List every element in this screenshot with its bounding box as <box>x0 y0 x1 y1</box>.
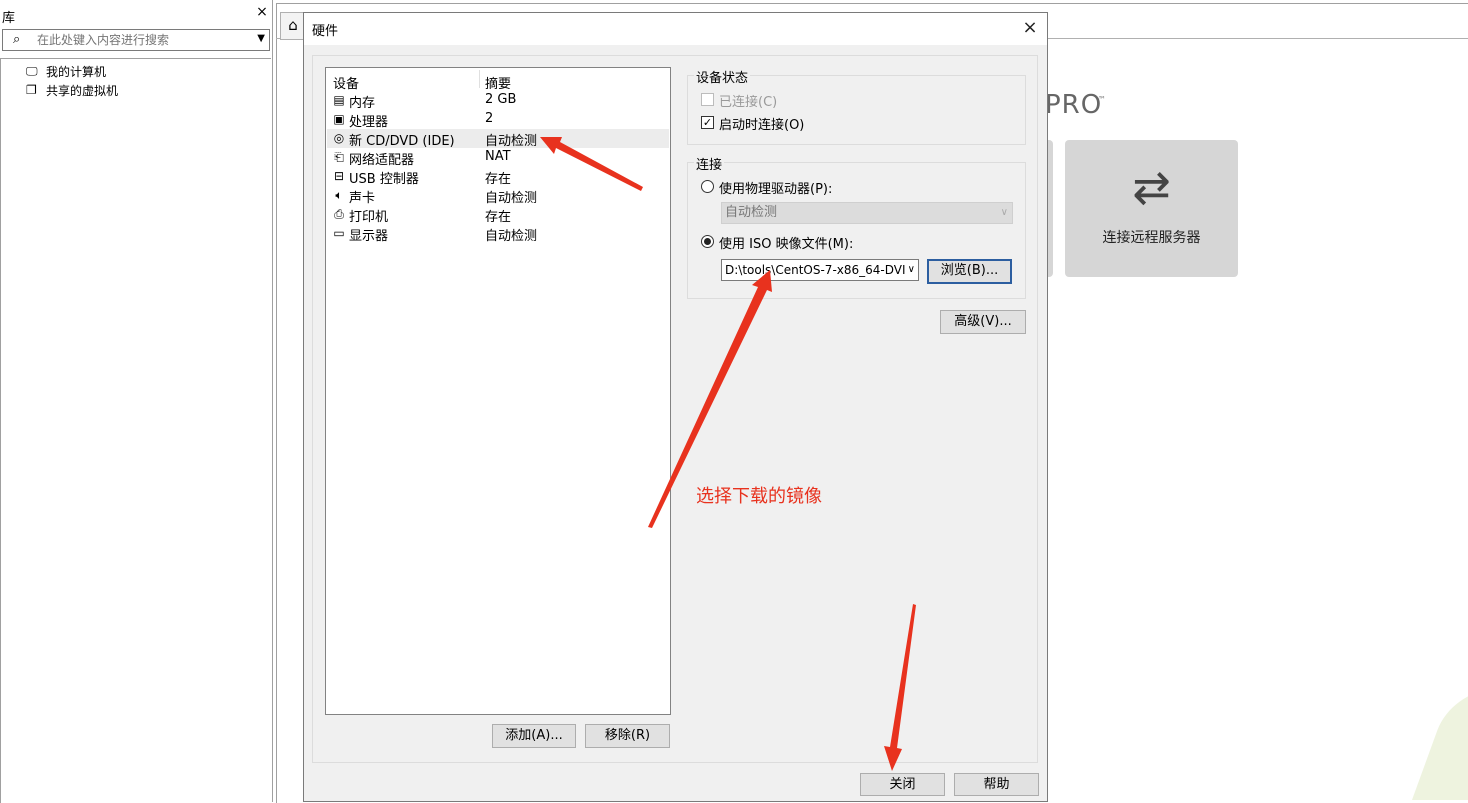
cd-dvd-icon: ◎ <box>333 131 345 145</box>
connected-checkbox[interactable] <box>701 93 714 106</box>
device-name: 网络适配器 <box>349 153 415 168</box>
device-row-network[interactable]: ⎗ 网络适配器 NAT <box>327 148 669 168</box>
use-iso-radio[interactable] <box>701 235 714 248</box>
device-summary: 自动检测 <box>485 229 538 244</box>
tree-item-label: 我的计算机 <box>46 64 107 79</box>
help-button[interactable]: 帮助 <box>954 773 1039 796</box>
connection-label: 连接 <box>694 154 725 173</box>
device-row-processor[interactable]: ▣ 处理器 2 <box>327 110 669 130</box>
connect-at-power-on-checkbox[interactable]: ✓ <box>701 116 714 129</box>
device-summary: 自动检测 <box>485 191 538 206</box>
device-name: 声卡 <box>349 191 376 206</box>
pro-logo-text: PRO <box>1045 90 1103 120</box>
column-header-device[interactable]: 设备 <box>333 73 359 92</box>
device-name: 打印机 <box>349 210 389 225</box>
device-summary: 自动检测 <box>485 134 538 149</box>
use-physical-drive-radio[interactable] <box>701 180 714 193</box>
cpu-icon: ▣ <box>333 112 345 126</box>
remove-device-button[interactable]: 移除(R) <box>585 724 670 748</box>
device-name: 处理器 <box>349 115 389 130</box>
device-row-display[interactable]: ▭ 显示器 自动检测 <box>327 224 669 244</box>
use-physical-drive-label: 使用物理驱动器(P): <box>719 182 833 197</box>
shared-vm-icon: ❐ <box>26 83 37 97</box>
device-row-cd-dvd[interactable]: ◎ 新 CD/DVD (IDE) 自动检测 <box>327 129 669 149</box>
search-icon: ⌕ <box>13 32 21 47</box>
network-icon: ⎗ <box>334 150 344 164</box>
device-name: USB 控制器 <box>349 172 419 187</box>
printer-icon: ⎙ <box>334 207 344 221</box>
connect-remote-server-tile[interactable]: ⇄ 连接远程服务器 <box>1065 140 1238 277</box>
usb-icon: ⊟ <box>333 169 345 183</box>
tree-item-label: 共享的虚拟机 <box>46 83 119 98</box>
annotation-text: 选择下载的镜像 <box>696 486 822 507</box>
device-summary: 存在 <box>485 172 512 187</box>
device-list[interactable]: 设备 摘要 ▤ 内存 2 GB ▣ 处理器 2 ◎ 新 CD/DVD (IDE)… <box>325 67 671 715</box>
device-summary: 2 <box>485 111 494 126</box>
chevron-down-icon[interactable]: ∨ <box>905 260 915 280</box>
use-iso-label: 使用 ISO 映像文件(M): <box>719 237 854 252</box>
dialog-close-icon[interactable]: × <box>1018 16 1042 40</box>
search-input[interactable] <box>37 32 247 48</box>
library-close-icon[interactable]: × <box>254 4 270 22</box>
tree-item-shared-vms[interactable]: ❐ 共享的虚拟机 <box>26 81 118 99</box>
library-tree <box>0 58 271 803</box>
memory-icon: ▤ <box>333 93 345 107</box>
device-status-label: 设备状态 <box>694 67 751 86</box>
connected-label: 已连接(C) <box>719 95 778 110</box>
device-row-usb[interactable]: ⊟ USB 控制器 存在 <box>327 167 669 187</box>
device-name: 显示器 <box>349 229 389 244</box>
dialog-title: 硬件 <box>312 24 339 39</box>
device-summary: NAT <box>485 149 511 164</box>
chevron-down-icon[interactable]: ▼ <box>257 33 265 44</box>
device-row-printer[interactable]: ⎙ 打印机 存在 <box>327 205 669 225</box>
chevron-down-icon: ∨ <box>1000 207 1008 218</box>
device-row-sound[interactable]: 🔈︎ 声卡 自动检测 <box>327 186 669 206</box>
physical-drive-select: 自动检测 ∨ <box>721 202 1013 224</box>
iso-path-value: D:\tools\CentOS-7-x86_64-DVI <box>725 263 906 277</box>
library-title: 库 <box>2 11 16 26</box>
device-summary: 2 GB <box>485 92 517 107</box>
close-button[interactable]: 关闭 <box>860 773 945 796</box>
column-header-summary[interactable]: 摘要 <box>485 73 511 92</box>
iso-path-combobox[interactable]: D:\tools\CentOS-7-x86_64-DVI ∨ <box>721 259 919 281</box>
library-search-box[interactable]: ⌕ ▼ <box>2 29 270 51</box>
connect-at-power-on-label: 启动时连接(O) <box>719 118 805 133</box>
sound-icon: 🔈︎ <box>335 188 343 202</box>
advanced-button[interactable]: 高级(V)... <box>940 310 1026 334</box>
device-name: 内存 <box>349 96 376 111</box>
tile-label: 连接远程服务器 <box>1102 230 1201 246</box>
browse-button[interactable]: 浏览(B)... <box>927 259 1012 284</box>
device-name: 新 CD/DVD (IDE) <box>349 134 455 149</box>
display-icon: ▭ <box>333 226 345 240</box>
column-divider[interactable] <box>479 70 480 88</box>
swap-arrows-icon: ⇄ <box>1132 160 1171 214</box>
add-device-button[interactable]: 添加(A)... <box>492 724 576 748</box>
tree-item-my-computer[interactable]: 🖵 我的计算机 <box>26 62 106 80</box>
monitor-icon: 🖵 <box>26 64 38 78</box>
dialog-titlebar <box>304 13 1047 45</box>
trademark-mark: ™ <box>1098 95 1106 104</box>
physical-drive-value: 自动检测 <box>725 205 778 220</box>
device-row-memory[interactable]: ▤ 内存 2 GB <box>327 91 669 111</box>
device-summary: 存在 <box>485 210 512 225</box>
home-icon: ⌂ <box>288 16 298 34</box>
